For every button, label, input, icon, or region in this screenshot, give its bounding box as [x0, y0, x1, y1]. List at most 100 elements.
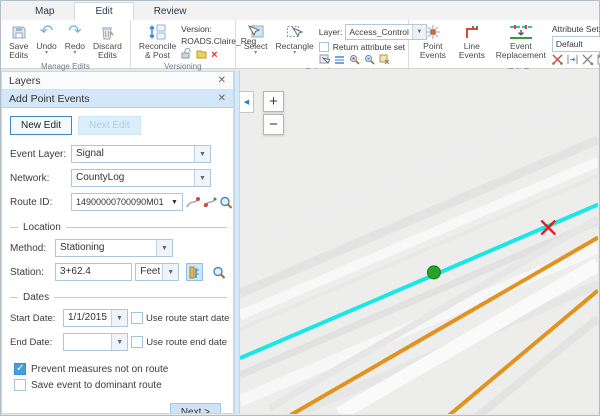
clear-selection-icon[interactable] [379, 54, 390, 67]
tab-map[interactable]: Map [15, 3, 74, 20]
use-route-end-date-checkbox[interactable] [131, 336, 143, 348]
map-zoom-controls: + − [263, 91, 284, 135]
layers-pane-header: Layers ✕ [2, 72, 233, 90]
select-route-on-map-icon[interactable] [186, 193, 200, 211]
save-edits-button[interactable]: Save Edits [6, 22, 31, 62]
add-point-events-header: Add Point Events ✕ [2, 90, 233, 108]
tab-edit[interactable]: Edit [74, 2, 133, 20]
delete-event-icon[interactable] [552, 54, 563, 67]
group-selection: Select ▾ Rectangle ▾ Layer: Access_Contr… [236, 20, 409, 68]
layers-pane-close-icon[interactable]: ✕ [218, 75, 226, 86]
redo-icon: ↷ [68, 23, 81, 41]
network-label: Network: [10, 173, 68, 184]
return-attribute-set-label: Return attribute set [333, 42, 405, 52]
event-layer-label: Event Layer: [10, 149, 68, 160]
route-id-label: Route ID: [10, 197, 68, 208]
prevent-measures-checkbox[interactable] [14, 363, 26, 375]
undo-caret-icon: ▾ [45, 51, 48, 55]
method-dropdown-arrow-icon: ▼ [156, 240, 172, 256]
method-dropdown[interactable]: Stationing ▼ [55, 239, 173, 257]
map-scene [240, 69, 598, 414]
layer-label: Layer: [319, 27, 343, 37]
event-layer-dropdown[interactable]: Signal ▼ [71, 145, 211, 163]
rectangle-select-button[interactable]: Rectangle ▾ [272, 22, 316, 56]
tab-review[interactable]: Review [134, 3, 207, 20]
start-date-arrow-icon: ▼ [111, 310, 127, 326]
zoom-to-station-icon[interactable] [210, 263, 227, 281]
line-events-button[interactable]: Line Events [454, 22, 490, 62]
station-units-arrow-icon: ▼ [162, 264, 178, 280]
ribbon-tab-bar: Map Edit Review [1, 1, 599, 20]
start-date-picker[interactable]: 1/1/2015 ▼ [63, 309, 128, 327]
next-button[interactable]: Next > [170, 403, 221, 413]
ribbon: Save Edits ↶ Undo ▾ ↷ Redo ▾ Discard Edi… [1, 20, 599, 69]
reconcile-icon [149, 23, 167, 41]
prevent-measures-label: Prevent measures not on route [31, 364, 168, 375]
unlock-version-icon[interactable] [181, 48, 192, 61]
group-edit-events: Point Events Line Events Event Replaceme… [409, 20, 600, 68]
map-view[interactable]: ◀ + − [240, 69, 598, 414]
new-version-icon[interactable] [196, 48, 207, 61]
end-date-arrow-icon: ▼ [111, 334, 127, 350]
map-faint-roads [240, 95, 598, 414]
station-units-dropdown[interactable]: Feet ▼ [135, 263, 179, 281]
event-replacement-button[interactable]: Event Replacement [492, 22, 550, 62]
save-icon [11, 23, 27, 41]
collapse-arrow-icon: ◀ [244, 98, 249, 106]
attribute-set-label: Attribute Set: [552, 24, 600, 34]
use-route-start-date-checkbox[interactable] [131, 312, 143, 324]
event-layer-dropdown-arrow-icon: ▼ [194, 146, 210, 162]
app-window: Map Edit Review Save Edits ↶ Undo ▾ [0, 0, 600, 416]
delete-version-icon[interactable]: × [211, 50, 217, 60]
location-section-separator: Location [10, 222, 227, 233]
save-dominant-checkbox[interactable] [14, 379, 26, 391]
green-event-point[interactable] [427, 266, 440, 279]
collapse-pane-button[interactable]: ◀ [240, 91, 254, 113]
rectangle-select-icon [286, 23, 303, 41]
redo-button[interactable]: ↷ Redo ▾ [62, 22, 88, 56]
method-label: Method: [10, 243, 52, 254]
pan-to-selection-icon[interactable] [364, 54, 375, 67]
network-dropdown-arrow-icon: ▼ [194, 170, 210, 186]
station-label: Station: [10, 267, 52, 278]
route-id-combo[interactable]: 14900000700090M01 ▼ [71, 193, 183, 211]
add-point-events-title: Add Point Events [9, 93, 90, 105]
end-date-picker[interactable]: ▼ [63, 333, 128, 351]
use-route-end-date-label: Use route end date [146, 337, 227, 348]
zoom-to-selection-icon[interactable] [349, 54, 360, 67]
undo-button[interactable]: ↶ Undo ▾ [33, 22, 59, 56]
discard-edits-button[interactable]: Discard Edits [90, 22, 125, 62]
point-events-icon [424, 23, 442, 41]
redo-caret-icon: ▾ [73, 51, 76, 55]
select-caret-icon: ▾ [254, 51, 257, 55]
orange-route-line-1[interactable] [291, 238, 598, 414]
event-replacement-icon [508, 23, 534, 41]
select-route-from-selection-icon[interactable] [203, 193, 217, 211]
group-versioning: Reconcile & Post Version: ROADS.Claire_R… [131, 20, 236, 68]
network-dropdown[interactable]: CountyLog ▼ [71, 169, 211, 187]
pick-station-from-map-tool[interactable] [186, 263, 203, 281]
save-dominant-label: Save event to dominant route [31, 380, 162, 391]
next-edit-button[interactable]: Next Edit [78, 116, 141, 135]
move-event-icon[interactable] [567, 54, 578, 67]
point-events-button[interactable]: Point Events [414, 22, 452, 62]
rectangle-caret-icon: ▾ [293, 51, 296, 55]
add-point-events-close-icon[interactable]: ✕ [218, 93, 226, 104]
new-edit-button[interactable]: New Edit [10, 116, 72, 135]
station-input[interactable]: 3+62.4 [55, 263, 132, 281]
split-event-icon[interactable] [582, 54, 593, 67]
attribute-set-dropdown[interactable]: Default ▼ [552, 36, 600, 52]
return-attribute-set-checkbox[interactable] [319, 42, 329, 52]
attribute-table-icon[interactable] [334, 54, 345, 67]
select-by-polygon-icon[interactable] [319, 54, 330, 67]
add-point-events-body: New Edit Next Edit Event Layer: Signal ▼… [2, 108, 233, 413]
select-button[interactable]: Select ▾ [241, 22, 271, 56]
left-pane: Layers ✕ Add Point Events ✕ New Edit Nex… [1, 71, 234, 414]
select-cursor-icon [247, 23, 264, 41]
zoom-out-button[interactable]: − [263, 114, 284, 135]
group-manage-edits: Save Edits ↶ Undo ▾ ↷ Redo ▾ Discard Edi… [1, 20, 131, 68]
reconcile-post-button[interactable]: Reconcile & Post [136, 22, 179, 62]
trash-icon [100, 23, 114, 41]
zoom-to-route-icon[interactable]: ▼ [220, 193, 233, 211]
zoom-in-button[interactable]: + [263, 91, 284, 112]
